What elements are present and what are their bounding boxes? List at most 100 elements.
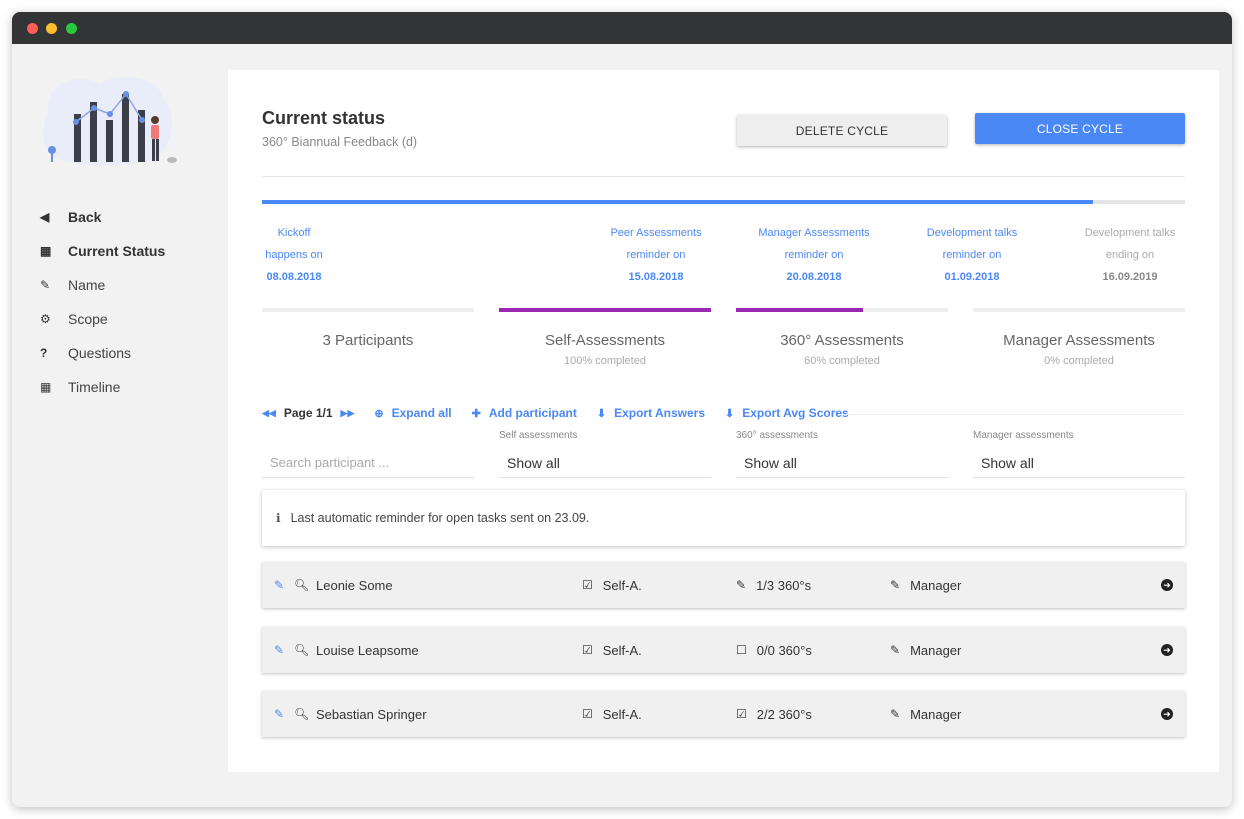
next-page-icon[interactable]: ▶▶ bbox=[341, 408, 355, 419]
sidebar-item-questions[interactable]: ? Questions bbox=[40, 336, 165, 370]
stat-label: 3 Participants bbox=[322, 332, 414, 349]
close-cycle-button[interactable]: CLOSE CYCLE bbox=[975, 113, 1185, 144]
stat-manager-assessments: Manager Assessments 0% completed bbox=[973, 308, 1185, 367]
milestone-caption: reminder on bbox=[784, 249, 844, 261]
360-assessment-label: 1/3 360°s bbox=[756, 577, 812, 593]
sidebar-item-back[interactable]: ◀ Back bbox=[40, 200, 165, 234]
app-window: ◀ Back ▦ Current Status ✎ Name ⚙ Scope ?… bbox=[12, 12, 1232, 807]
open-participant-button[interactable]: ➜ bbox=[1161, 691, 1173, 737]
milestone-manager-assessments: Manager Assessments reminder on 20.08.20… bbox=[739, 222, 889, 288]
360-assessment-label: 0/0 360°s bbox=[756, 642, 812, 658]
title-bar bbox=[12, 12, 1232, 44]
add-participant-button[interactable]: ✚ Add participant bbox=[472, 406, 577, 420]
export-avg-scores-button[interactable]: ⬇ Export Avg Scores bbox=[725, 406, 849, 420]
previous-page-icon[interactable]: ◀◀ bbox=[262, 408, 276, 419]
edit-icon: ✎ bbox=[890, 578, 901, 592]
milestone-development-talks-end: Development talks ending on 16.09.2019 bbox=[1055, 222, 1205, 288]
cycle-name: 360° Biannual Feedback (d) bbox=[262, 135, 418, 149]
reminder-info-banner: ℹ Last automatic reminder for open tasks… bbox=[262, 490, 1185, 546]
table-row[interactable]: ✎ 🔍︎ Louise Leapsome ☑ Self-A. ☐ 0/0 360°s… bbox=[262, 627, 1185, 673]
empty-square-icon: ☐ bbox=[736, 643, 747, 657]
milestone-caption: happens on bbox=[265, 249, 323, 261]
table-row[interactable]: ✎ 🔍︎ Leonie Some ☑ Self-A. ✎ 1/3 360°s ✎ Ma… bbox=[262, 562, 1185, 608]
zoom-icon[interactable]: 🔍︎ bbox=[294, 562, 309, 608]
sidebar: ◀ Back ▦ Current Status ✎ Name ⚙ Scope ?… bbox=[12, 44, 228, 807]
milestone-title: Kickoff bbox=[277, 227, 311, 239]
milestone-caption: reminder on bbox=[942, 249, 1002, 261]
question-icon: ? bbox=[40, 346, 48, 360]
minimize-window-button[interactable] bbox=[46, 23, 57, 34]
360-assessment-status: ☑ 2/2 360°s bbox=[736, 691, 812, 737]
self-assessment-label: Self-A. bbox=[602, 642, 642, 658]
sidebar-item-label: Back bbox=[68, 209, 102, 225]
edit-icon: ✎ bbox=[736, 578, 747, 592]
stat-label: Manager Assessments bbox=[1003, 332, 1155, 349]
main-card: Current status 360° Biannual Feedback (d… bbox=[228, 70, 1219, 772]
milestone-date: 08.08.2018 bbox=[266, 271, 322, 283]
360-assessment-label: 2/2 360°s bbox=[756, 706, 812, 722]
checked-square-icon: ☑ bbox=[736, 707, 747, 721]
stat-progress-fill bbox=[499, 308, 711, 312]
sidebar-item-name[interactable]: ✎ Name bbox=[40, 268, 165, 302]
participants-toolbar: ◀◀ Page 1/1 ▶▶ ⊕ Expand all ✚ Add partic… bbox=[262, 403, 869, 423]
360-assessment-status: ☐ 0/0 360°s bbox=[736, 627, 812, 673]
milestone-development-talks-reminder: Development talks reminder on 01.09.2018 bbox=[897, 222, 1047, 288]
analytics-illustration bbox=[43, 76, 177, 166]
manager-assessment-status: ✎ Manager bbox=[890, 691, 961, 737]
expand-all-button[interactable]: ⊕ Expand all bbox=[374, 406, 451, 420]
manager-assessment-status: ✎ Manager bbox=[890, 627, 961, 673]
sidebar-item-label: Timeline bbox=[68, 379, 121, 395]
arrow-circle-right-icon: ➜ bbox=[1161, 579, 1173, 591]
manager-assessments-filter[interactable]: Show all bbox=[973, 448, 1185, 478]
table-row[interactable]: ✎ 🔍︎ Sebastian Springer ☑ Self-A. ☑ 2/2 36… bbox=[262, 691, 1185, 737]
checked-square-icon: ☑ bbox=[582, 578, 593, 592]
milestone-title: Peer Assessments bbox=[610, 227, 702, 239]
manager-assessments-filter-label: Manager assessments bbox=[973, 430, 1074, 441]
stat-participants: 3 Participants bbox=[262, 308, 474, 349]
search-participant-input[interactable] bbox=[262, 448, 474, 478]
pencil-icon[interactable]: ✎ bbox=[274, 691, 284, 737]
stat-completion: 60% completed bbox=[804, 355, 880, 367]
stat-label: Self-Assessments bbox=[544, 332, 666, 349]
timeline-progress-fill bbox=[262, 200, 1093, 204]
sidebar-item-current-status[interactable]: ▦ Current Status bbox=[40, 234, 165, 268]
self-assessment-label: Self-A. bbox=[602, 577, 642, 593]
self-assessment-label: Self-A. bbox=[602, 706, 642, 722]
stat-360-assessments: 360° Assessments 60% completed bbox=[736, 308, 948, 367]
checked-square-icon: ☑ bbox=[582, 643, 593, 657]
open-participant-button[interactable]: ➜ bbox=[1161, 627, 1173, 673]
caret-left-icon: ◀ bbox=[40, 210, 50, 224]
sidebar-item-label: Name bbox=[68, 277, 106, 293]
sidebar-item-scope[interactable]: ⚙ Scope bbox=[40, 302, 165, 336]
self-assessments-filter[interactable]: Show all bbox=[499, 448, 711, 478]
zoom-icon[interactable]: 🔍︎ bbox=[294, 691, 309, 737]
export-answers-button[interactable]: ⬇ Export Answers bbox=[597, 406, 705, 420]
pencil-icon[interactable]: ✎ bbox=[274, 627, 284, 673]
milestone-title: Manager Assessments bbox=[758, 227, 870, 239]
milestone-date: 16.09.2019 bbox=[1102, 271, 1158, 283]
download-icon: ⬇ bbox=[725, 407, 735, 420]
manager-assessment-status: ✎ Manager bbox=[890, 562, 961, 608]
open-participant-button[interactable]: ➜ bbox=[1161, 562, 1173, 608]
milestone-date: 15.08.2018 bbox=[628, 271, 684, 283]
milestone-caption: ending on bbox=[1105, 249, 1155, 261]
360-assessments-filter[interactable]: Show all bbox=[736, 448, 948, 478]
add-participant-label: Add participant bbox=[488, 406, 577, 420]
stat-progress-bar bbox=[736, 308, 948, 312]
pencil-icon[interactable]: ✎ bbox=[274, 562, 284, 608]
divider bbox=[262, 176, 1185, 177]
arrow-circle-right-icon: ➜ bbox=[1161, 708, 1173, 720]
maximize-window-button[interactable] bbox=[66, 23, 77, 34]
delete-cycle-button[interactable]: DELETE CYCLE bbox=[737, 115, 947, 146]
zoom-icon[interactable]: 🔍︎ bbox=[294, 627, 309, 673]
timeline-progress-bar bbox=[262, 200, 1185, 204]
close-window-button[interactable] bbox=[27, 23, 38, 34]
edit-icon: ✎ bbox=[40, 278, 51, 292]
search-plus-icon: ⊕ bbox=[374, 407, 384, 420]
export-avg-scores-label: Export Avg Scores bbox=[742, 406, 849, 420]
manager-assessment-label: Manager bbox=[910, 642, 962, 658]
calendar-icon: ▦ bbox=[40, 244, 52, 258]
sidebar-item-timeline[interactable]: ▦ Timeline bbox=[40, 370, 165, 404]
plus-icon: ✚ bbox=[471, 407, 481, 420]
export-answers-label: Export Answers bbox=[614, 406, 706, 420]
